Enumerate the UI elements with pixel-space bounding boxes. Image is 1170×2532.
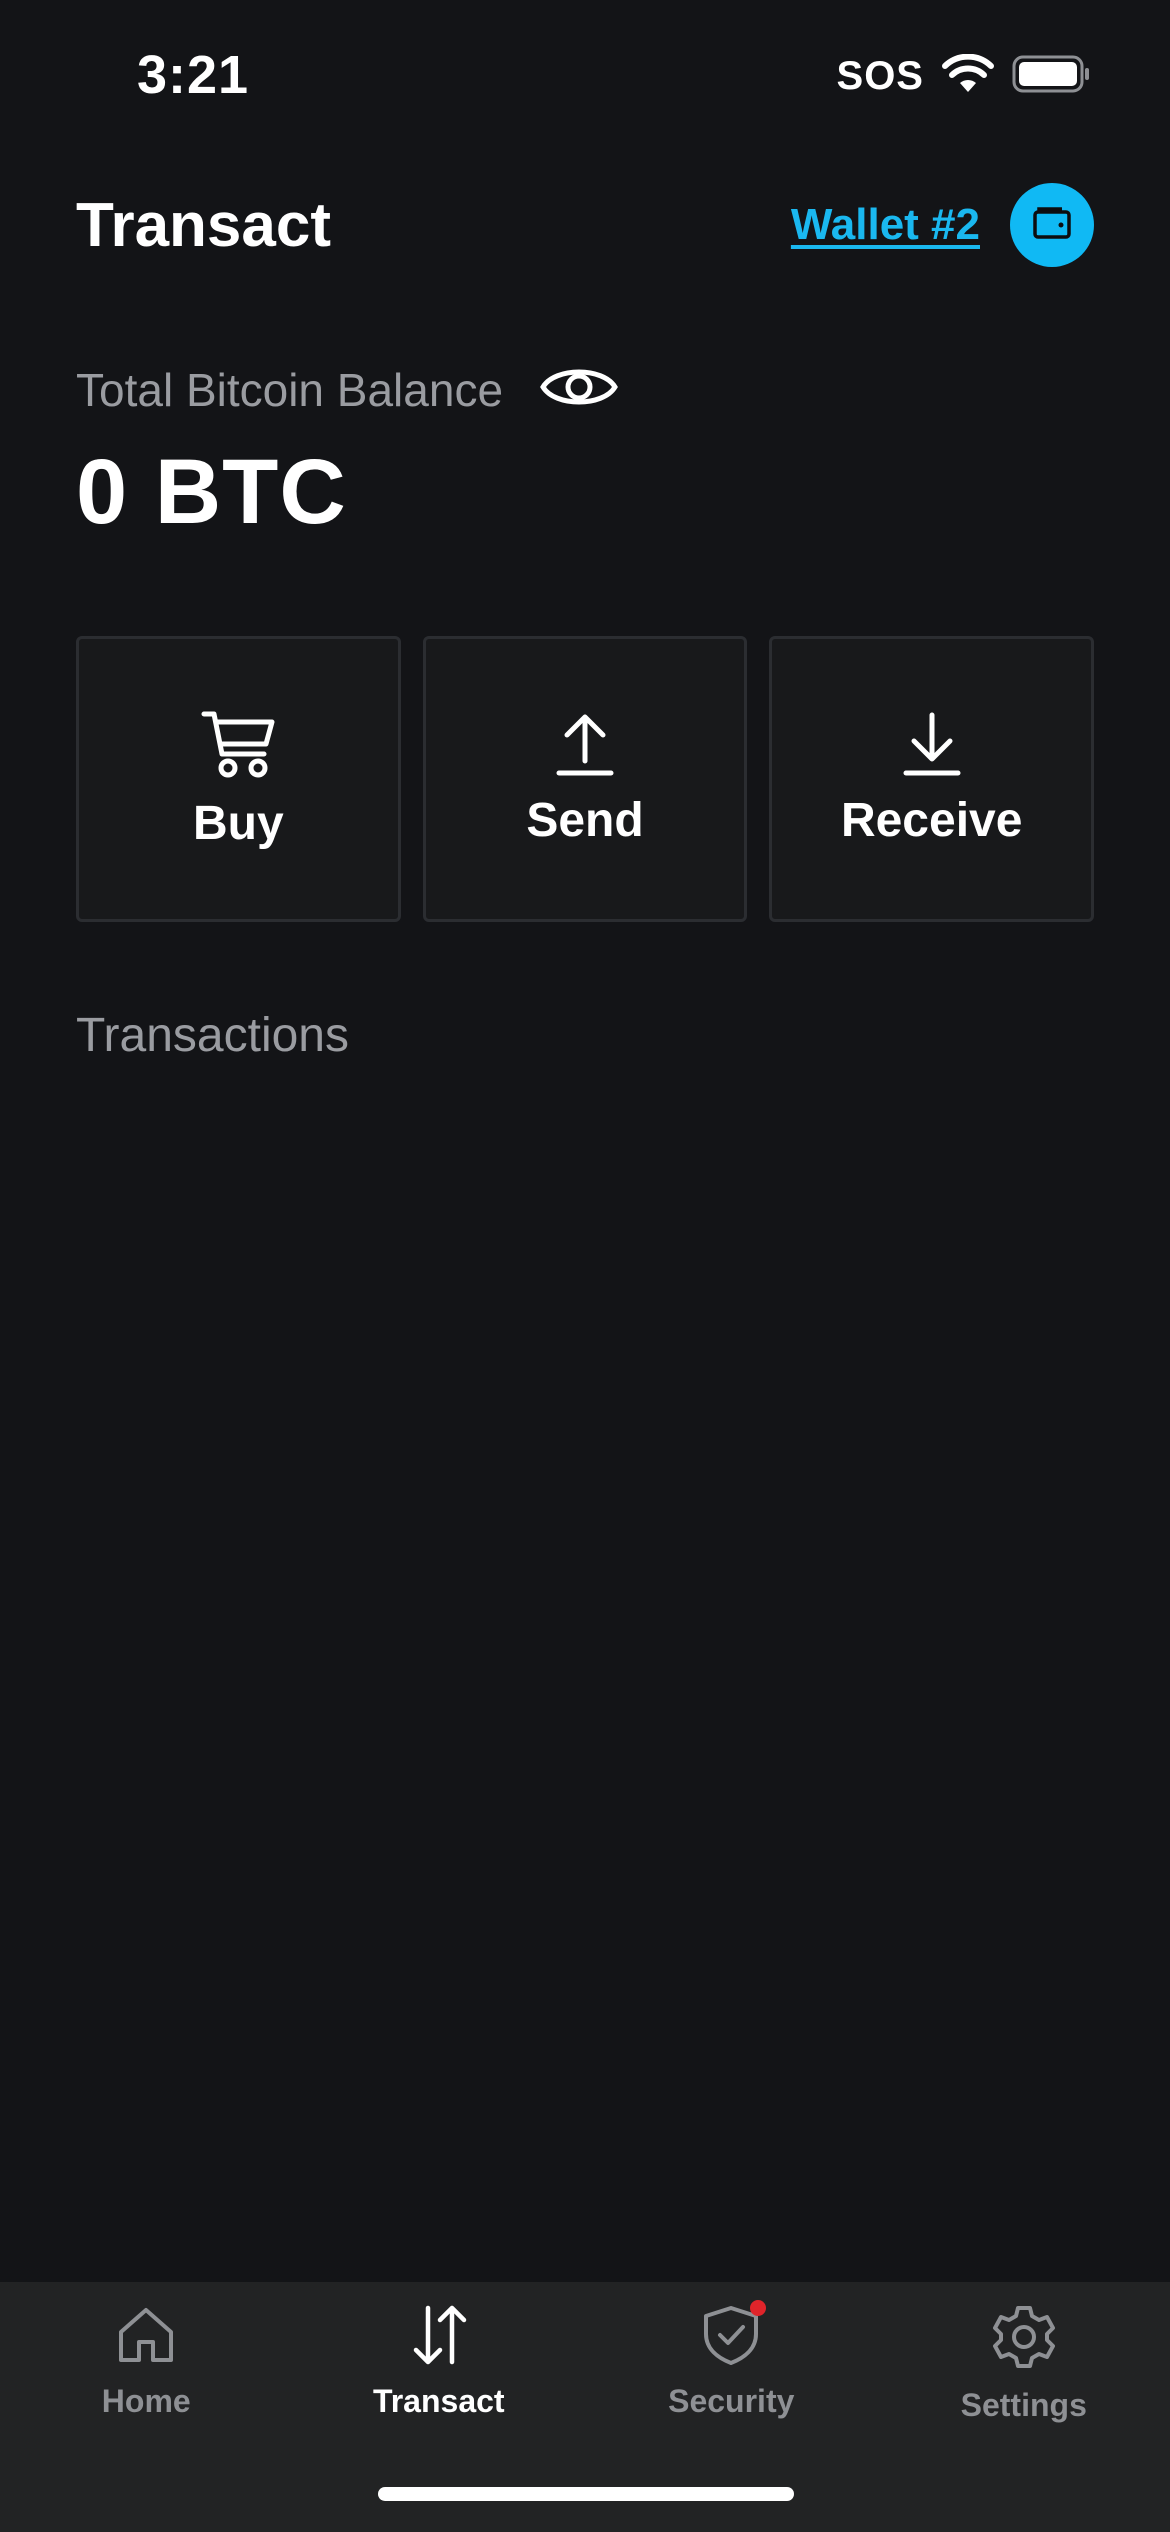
- tab-transact-label: Transact: [372, 2383, 505, 2419]
- download-arrow-icon: [902, 711, 962, 777]
- tab-settings-label: Settings: [960, 2387, 1087, 2423]
- battery-icon: [1012, 54, 1092, 99]
- receive-button[interactable]: Receive: [769, 636, 1095, 922]
- status-time: 3:21: [137, 45, 250, 105]
- status-indicators: SOS: [836, 53, 1092, 99]
- balance-value: 0 BTC: [76, 441, 347, 543]
- tab-home[interactable]: Home: [0, 2282, 293, 2442]
- wifi-icon: [942, 53, 994, 99]
- shield-check-icon: [700, 2300, 767, 2371]
- gear-icon: [991, 2304, 1057, 2375]
- tab-home-label: Home: [101, 2383, 191, 2419]
- header-actions: Wallet #2: [791, 183, 1094, 267]
- home-icon: [115, 2304, 177, 2371]
- balance-label-row: Total Bitcoin Balance: [76, 360, 619, 419]
- cart-icon: [200, 708, 276, 780]
- tab-security[interactable]: Security: [585, 2282, 878, 2442]
- transactions-heading: Transactions: [76, 1009, 349, 1062]
- receive-label: Receive: [840, 793, 1023, 847]
- eye-icon[interactable]: [539, 360, 619, 419]
- send-label: Send: [526, 793, 644, 847]
- status-bar: 3:21 SOS: [0, 0, 1170, 150]
- action-tiles: Buy Send Receive: [76, 636, 1095, 922]
- upload-arrow-icon: [555, 711, 615, 777]
- tab-settings[interactable]: Settings: [878, 2282, 1170, 2442]
- tab-security-label: Security: [668, 2383, 795, 2419]
- balance-label: Total Bitcoin Balance: [76, 363, 504, 416]
- page-header: Transact Wallet #2: [76, 175, 1094, 275]
- notification-badge: [750, 2300, 767, 2316]
- wallet-icon: [1032, 206, 1072, 245]
- home-indicator[interactable]: [378, 2487, 794, 2501]
- tab-list: Home Transact Security Settings: [0, 2282, 1170, 2442]
- page-title: Transact: [76, 190, 332, 260]
- wallet-switch-link[interactable]: Wallet #2: [791, 200, 980, 250]
- buy-button[interactable]: Buy: [76, 636, 401, 922]
- buy-label: Buy: [192, 796, 284, 850]
- tab-transact[interactable]: Transact: [293, 2282, 586, 2442]
- wallet-button[interactable]: [1010, 183, 1094, 267]
- carrier-label: SOS: [836, 54, 924, 98]
- swap-arrows-icon: [408, 2304, 470, 2371]
- send-button[interactable]: Send: [422, 636, 748, 922]
